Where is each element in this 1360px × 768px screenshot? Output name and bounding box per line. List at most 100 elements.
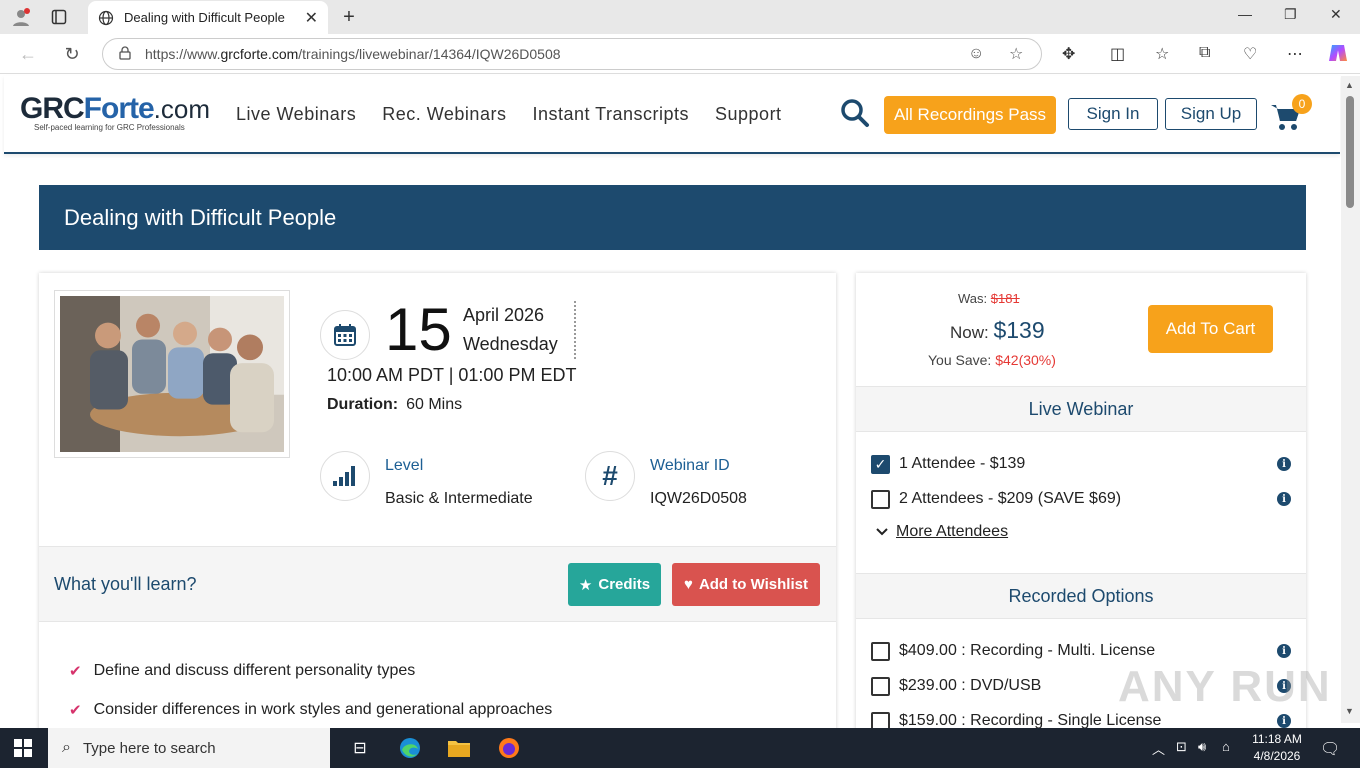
site-logo[interactable]: GRCForte.com Self-paced learning for GRC…	[20, 92, 210, 132]
new-tab-icon[interactable]: +	[338, 6, 360, 28]
checkbox[interactable]	[871, 489, 890, 509]
windows-start-icon[interactable]	[14, 739, 32, 757]
info-icon[interactable]: i	[1277, 457, 1291, 471]
option-recording-multi[interactable]: $409.00 : Recording - Multi. License i	[871, 639, 1291, 663]
recorded-options-heading: Recorded Options	[856, 573, 1306, 619]
webinar-photo	[54, 290, 290, 458]
wishlist-label: Add to Wishlist	[698, 576, 808, 593]
level-value: Basic & Intermediate	[385, 490, 533, 507]
browser-tab-active[interactable]: Dealing with Difficult People ✕	[88, 1, 328, 34]
taskbar-search-placeholder: Type here to search	[82, 739, 216, 757]
webinar-weekday: Wednesday	[463, 334, 558, 354]
chevron-down-icon	[876, 528, 888, 536]
taskbar-clock[interactable]: 11:18 AM 4/8/2026	[1250, 731, 1304, 765]
url-prefix: https://www.	[145, 46, 221, 62]
url-host: grcforte.com	[220, 46, 299, 62]
was-label: Was:	[958, 291, 988, 306]
browser-toolbar: ← ↻ https://www. grcforte.com/trainings/l…	[0, 34, 1360, 74]
now-price-value: $139	[993, 317, 1045, 343]
split-screen-icon[interactable]: ◫	[1110, 44, 1125, 64]
reload-icon[interactable]: ↻	[60, 42, 84, 66]
sign-up-button[interactable]: Sign Up	[1165, 98, 1257, 130]
scroll-thumb[interactable]	[1346, 96, 1354, 208]
cart-count-badge: 0	[1292, 94, 1312, 114]
copilot-icon[interactable]	[1327, 42, 1349, 69]
add-to-cart-button[interactable]: Add To Cart	[1148, 305, 1273, 353]
credits-button[interactable]: ★ Credits	[568, 563, 661, 606]
tab-actions-icon[interactable]	[48, 6, 70, 28]
option-2-attendees[interactable]: 2 Attendees - $209 (SAVE $69) i	[871, 487, 1291, 511]
edge-browser-icon[interactable]	[398, 736, 422, 760]
level-label: Level	[385, 457, 424, 474]
tray-chevron-icon[interactable]: ︿	[1152, 739, 1165, 758]
search-icon[interactable]	[840, 98, 870, 128]
logo-grc: GRC	[20, 92, 85, 125]
webinar-id-value: IQW26D0508	[650, 490, 747, 507]
collections-icon[interactable]: ⧉	[1199, 44, 1210, 62]
nav-rec-webinars[interactable]: Rec. Webinars	[382, 104, 506, 125]
tray-network-icon[interactable]: ⊡	[1176, 739, 1187, 755]
url-path: /trainings/livewebinar/14364/IQW26D0508	[298, 46, 561, 62]
checkbox[interactable]	[871, 641, 890, 661]
address-bar[interactable]: https://www. grcforte.com/trainings/livew…	[102, 38, 1042, 70]
nav-instant-transcripts[interactable]: Instant Transcripts	[532, 104, 689, 125]
add-to-wishlist-button[interactable]: ♥ Add to Wishlist	[672, 563, 820, 606]
search-icon: ⌕	[62, 739, 71, 756]
favorites-icon[interactable]: ☆	[1155, 44, 1169, 64]
checkbox[interactable]	[871, 676, 890, 696]
page-scrollbar[interactable]: ▲ ▼	[1341, 76, 1360, 723]
option-label: $239.00 : DVD/USB	[899, 677, 1042, 694]
checkbox-checked[interactable]: ✓	[871, 454, 890, 474]
list-item: ✔ Consider differences in work styles and…	[69, 690, 552, 729]
list-item: ✔ Define and discuss different personalit…	[69, 651, 552, 690]
clock-time: 11:18 AM	[1252, 732, 1302, 746]
browser-essentials-icon[interactable]: ♡	[1243, 44, 1257, 64]
scroll-down-icon[interactable]: ▼	[1345, 706, 1354, 716]
firefox-icon[interactable]	[497, 736, 521, 760]
duration-label: Duration:	[327, 396, 399, 413]
list-item-text: Define and discuss different personality…	[93, 661, 416, 679]
all-recordings-pass-button[interactable]: All Recordings Pass	[884, 96, 1056, 134]
more-attendees-label: More Attendees	[896, 523, 1009, 540]
nav-support[interactable]: Support	[715, 104, 782, 125]
scroll-up-icon[interactable]: ▲	[1345, 80, 1354, 90]
window-close-icon[interactable]: ✕	[1330, 6, 1342, 23]
file-explorer-icon[interactable]	[447, 736, 471, 760]
task-view-icon[interactable]: ⊟	[348, 736, 372, 760]
tray-wifi-icon[interactable]: ⌂	[1222, 739, 1230, 754]
profile-icon[interactable]	[10, 6, 32, 28]
info-icon[interactable]: i	[1277, 714, 1291, 728]
more-attendees-link[interactable]: More Attendees	[876, 523, 1008, 541]
read-aloud-icon[interactable]: ☺	[968, 45, 984, 63]
nav-live-webinars[interactable]: Live Webinars	[236, 104, 356, 125]
tab-close-icon[interactable]: ✕	[305, 8, 318, 28]
more-menu-icon[interactable]: ⋯	[1287, 44, 1303, 64]
was-price: Was: $181	[958, 291, 1020, 306]
live-webinar-heading: Live Webinar	[856, 386, 1306, 432]
webinar-details-card: 15 April 2026 Wednesday 10:00 AM PDT | 0…	[39, 273, 836, 733]
heart-icon: ♥	[684, 576, 693, 593]
tray-volume-icon[interactable]: 🔊︎	[1198, 739, 1206, 755]
list-item-text: Consider differences in work styles and …	[93, 700, 553, 718]
minimize-icon[interactable]: —	[1238, 6, 1252, 22]
notifications-icon[interactable]: 🗨︎	[1320, 739, 1340, 759]
clock-date: 4/8/2026	[1253, 749, 1301, 763]
credits-label: Credits	[598, 576, 651, 593]
taskbar-search[interactable]: ⌕ Type here to search	[48, 728, 330, 768]
extensions-icon[interactable]: ✥	[1062, 44, 1075, 64]
now-price: Now: $139	[950, 317, 1045, 344]
option-1-attendee[interactable]: ✓ 1 Attendee - $139 i	[871, 452, 1291, 476]
you-save: You Save: $42(30%)	[928, 352, 1056, 368]
back-icon[interactable]: ←	[16, 42, 40, 66]
duration-value: 60 Mins	[406, 396, 463, 413]
info-icon[interactable]: i	[1277, 492, 1291, 506]
restore-icon[interactable]: ❐	[1284, 6, 1297, 23]
option-label: 2 Attendees - $209 (SAVE $69)	[899, 490, 1122, 507]
info-icon[interactable]: i	[1277, 644, 1291, 658]
sign-in-button[interactable]: Sign In	[1068, 98, 1158, 130]
watermark: ANY RUN	[1118, 662, 1332, 711]
main-nav: Live Webinars Rec. Webinars Instant Tran…	[236, 104, 782, 125]
now-label: Now:	[950, 323, 989, 342]
tab-title: Dealing with Difficult People	[124, 10, 285, 25]
favorite-star-icon[interactable]: ☆	[1009, 44, 1023, 64]
